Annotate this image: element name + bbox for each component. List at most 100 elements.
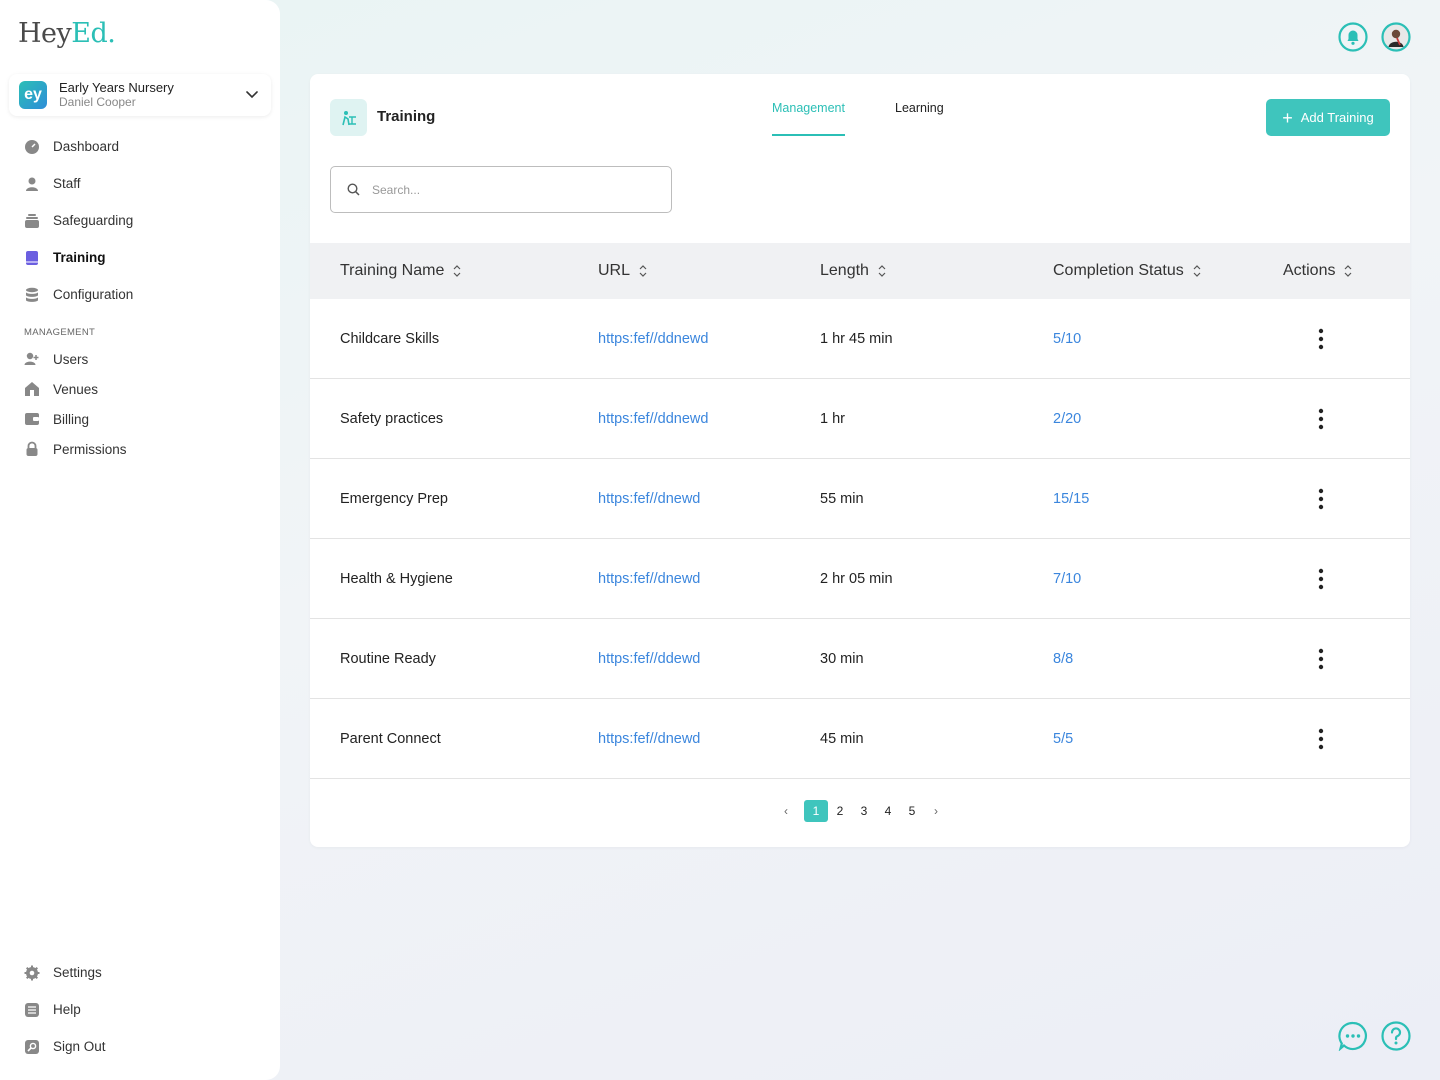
completion-status-link[interactable]: 5/5 [1053,731,1073,747]
column-header-length[interactable]: Length [820,262,887,280]
table-row: Parent Connect https:fef//dnewd 45 min 5… [310,699,1410,779]
person-icon [24,176,40,192]
training-url-link[interactable]: https:fef//dnewd [598,491,700,507]
more-actions-icon[interactable] [1310,567,1332,591]
dashboard-icon [24,139,40,155]
chat-icon[interactable] [1338,1021,1368,1051]
tab-management[interactable]: Management [772,101,845,136]
training-url-link[interactable]: https:fef//dnewd [598,571,700,587]
sidebar-item-label: Billing [53,411,90,427]
sidebar-item-venues[interactable]: Venues [24,374,127,404]
search-input[interactable] [372,182,652,197]
more-actions-icon[interactable] [1310,487,1332,511]
more-actions-icon[interactable] [1310,727,1332,751]
bell-icon[interactable] [1338,22,1368,52]
training-url-link[interactable]: https:fef//ddnewd [598,331,708,347]
table-row: Safety practices https:fef//ddnewd 1 hr … [310,379,1410,459]
sidebar-item-billing[interactable]: Billing [24,404,127,434]
page-button-4[interactable]: 4 [876,800,900,822]
training-name-cell: Health & Hygiene [340,571,453,587]
training-name-cell: Safety practices [340,411,444,427]
sort-icon [639,265,647,277]
sidebar-item-training[interactable]: Training [24,239,133,276]
organization-switcher[interactable]: ey Early Years Nursery Daniel Cooper [9,74,271,116]
book-icon [24,250,40,266]
column-header-url[interactable]: URL [598,262,648,280]
table-row: Routine Ready https:fef//ddewd 30 min 8/… [310,619,1410,699]
sidebar-item-label: Configuration [53,287,134,302]
sidebar-item-safeguarding[interactable]: Safeguarding [24,202,133,239]
training-url-link[interactable]: https:fef//ddnewd [598,411,708,427]
search-box[interactable] [330,166,672,213]
logo-accent: Ed. [71,18,116,49]
sidebar-item-staff[interactable]: Staff [24,165,133,202]
sidebar-item-users[interactable]: Users [24,344,127,374]
sidebar-item-help[interactable]: Help [24,991,106,1028]
tab-learning[interactable]: Learning [895,101,944,136]
user-avatar[interactable] [1381,22,1411,52]
help-icon[interactable] [1381,1021,1411,1051]
sidebar-item-label: Settings [53,965,102,980]
chevron-down-icon[interactable] [245,87,259,101]
sidebar-item-configuration[interactable]: Configuration [24,276,133,313]
column-header-actions[interactable]: Actions [1283,262,1353,280]
search-icon [347,183,360,196]
completion-status-link[interactable]: 7/10 [1053,571,1081,587]
main-nav: Dashboard Staff Safeguarding Training Co… [24,128,133,313]
page-button-2[interactable]: 2 [828,800,852,822]
organization-name: Early Years Nursery [59,80,174,95]
column-label: URL [598,262,631,279]
training-length-cell: 1 hr 45 min [820,331,893,347]
more-actions-icon[interactable] [1310,407,1332,431]
column-label: Completion Status [1053,262,1184,279]
column-label: Actions [1283,262,1336,279]
table-header: Training Name URL Length Completion Stat… [310,243,1410,299]
heyed-logo[interactable]: HeyEd. [18,18,116,49]
sidebar-item-label: Dashboard [53,139,120,154]
training-length-cell: 55 min [820,491,864,507]
sidebar-item-label: Safeguarding [53,213,134,228]
list-icon [24,1002,40,1018]
training-name-cell: Parent Connect [340,731,441,747]
more-actions-icon[interactable] [1310,327,1332,351]
management-nav: MANAGEMENT Users Venues Billing Permissi… [24,320,127,464]
completion-status-link[interactable]: 15/15 [1053,491,1089,507]
sidebar-item-sign-out[interactable]: Sign Out [24,1028,106,1065]
column-label: Training Name [340,262,445,279]
column-header-completion-status[interactable]: Completion Status [1053,262,1202,280]
sidebar-item-dashboard[interactable]: Dashboard [24,128,133,165]
add-user-icon [24,351,40,367]
sidebar-item-label: Training [53,250,106,265]
signout-icon [24,1039,40,1055]
column-header-training-name[interactable]: Training Name [340,262,462,280]
more-actions-icon[interactable] [1310,647,1332,671]
training-name-cell: Routine Ready [340,651,436,667]
home-icon [24,381,40,397]
completion-status-link[interactable]: 8/8 [1053,651,1073,667]
plus-icon: + [1282,107,1293,128]
previous-page-button[interactable]: ‹ [774,800,798,822]
add-training-label: Add Training [1300,110,1374,125]
training-url-link[interactable]: https:fef//ddewd [598,651,700,667]
organization-user: Daniel Cooper [59,95,136,109]
completion-status-link[interactable]: 2/20 [1053,411,1081,427]
add-training-button[interactable]: + Add Training [1266,99,1390,136]
sidebar-item-permissions[interactable]: Permissions [24,434,127,464]
sidebar-item-settings[interactable]: Settings [24,954,106,991]
logo-main: Hey [18,18,72,49]
training-name-cell: Childcare Skills [340,331,440,347]
page-button-3[interactable]: 3 [852,800,876,822]
sort-icon [1193,265,1201,277]
page-button-1[interactable]: 1 [804,800,828,822]
column-label: Length [820,262,869,279]
lock-icon [24,441,40,457]
stack-icon [24,213,40,229]
training-card: Training Management Learning + Add Train… [310,74,1410,847]
table-row: Emergency Prep https:fef//dnewd 55 min 1… [310,459,1410,539]
sort-icon [453,265,461,277]
page-button-5[interactable]: 5 [900,800,924,822]
next-page-button[interactable]: › [924,800,948,822]
completion-status-link[interactable]: 5/10 [1053,331,1081,347]
page-title: Training [377,108,436,125]
training-url-link[interactable]: https:fef//dnewd [598,731,700,747]
